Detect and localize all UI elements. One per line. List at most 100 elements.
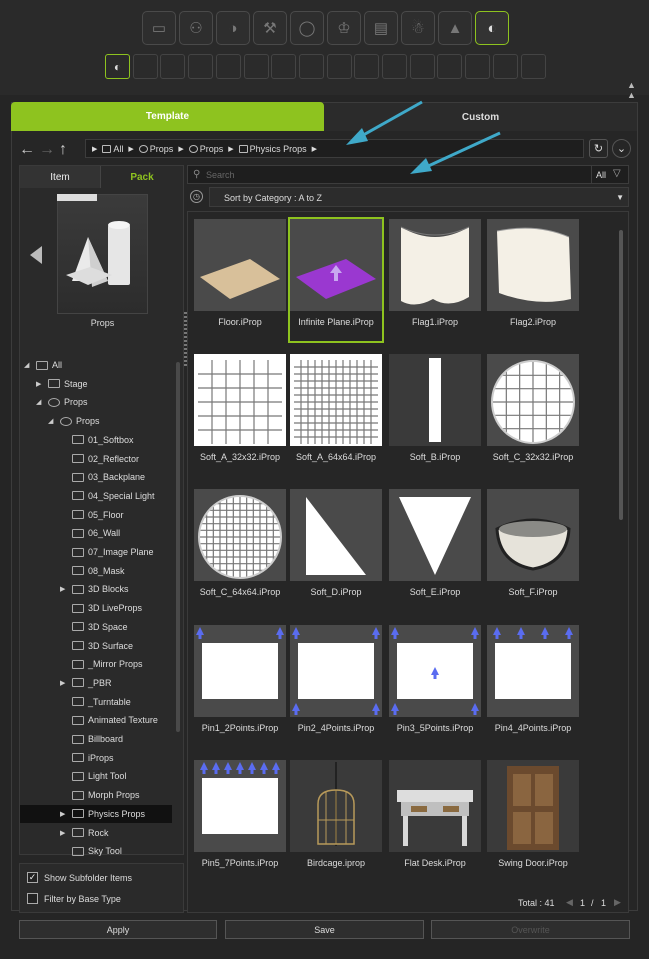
tree-item[interactable]: ▶ Rock: [20, 824, 109, 842]
folder-icon: [72, 715, 84, 725]
tree-item-label: 3D LiveProps: [88, 603, 143, 614]
item-card[interactable]: Flag1.iProp: [389, 219, 481, 341]
tree-item[interactable]: 3D Surface: [20, 637, 133, 655]
item-card[interactable]: Pin3_5Points.iProp: [389, 625, 481, 747]
tree-item[interactable]: 3D Space: [20, 618, 128, 636]
item-card[interactable]: Pin4_4Points.iProp: [487, 625, 579, 747]
tree-item[interactable]: 02_Reflector: [20, 450, 139, 468]
prev-page-icon[interactable]: ◀: [566, 897, 573, 908]
item-thumbnail: [389, 625, 481, 717]
folder-icon: [72, 828, 84, 837]
item-thumbnail: [290, 219, 382, 311]
folder-icon: [48, 379, 60, 389]
tree-item[interactable]: 3D LiveProps: [20, 599, 142, 617]
item-caption: Soft_C_32x32.iProp: [492, 452, 574, 462]
grid-scrollbar[interactable]: [619, 230, 623, 520]
item-card[interactable]: Soft_A_64x64.iProp: [290, 354, 382, 476]
tree-item-label: 02_Reflector: [88, 453, 140, 464]
tree-item[interactable]: Light Tool: [20, 767, 126, 785]
collapsed-arrow-icon[interactable]: ▶: [60, 829, 65, 837]
tree-item[interactable]: iProps: [20, 749, 114, 767]
item-caption: Flat Desk.iProp: [404, 858, 466, 868]
item-thumbnail: [290, 489, 382, 581]
tree-item[interactable]: ▶ Stage: [20, 375, 88, 393]
tree-item-label: 03_Backplane: [88, 472, 146, 483]
item-card[interactable]: Soft_D.iProp: [290, 489, 382, 611]
item-card[interactable]: Soft_B.iProp: [389, 354, 481, 476]
item-caption: Swing Door.iProp: [498, 858, 568, 868]
item-card[interactable]: Flag2.iProp: [487, 219, 579, 341]
folder-icon: [72, 809, 84, 819]
tree-item[interactable]: Sky Tool: [20, 842, 122, 856]
item-card[interactable]: Soft_F.iProp: [487, 489, 579, 611]
next-page-icon[interactable]: ▶: [614, 897, 621, 908]
tree-scrollbar[interactable]: [176, 362, 180, 732]
item-thumbnail: [290, 354, 382, 446]
tree-item-label: _Mirror Props: [88, 659, 143, 670]
item-card[interactable]: Soft_C_32x32.iProp: [487, 354, 579, 476]
item-card[interactable]: Soft_E.iProp: [389, 489, 481, 611]
tree-item-label: 3D Blocks: [88, 584, 129, 595]
item-caption: Pin3_5Points.iProp: [396, 723, 474, 733]
item-card[interactable]: Pin5_7Points.iProp: [194, 760, 286, 882]
apply-button[interactable]: Apply: [19, 920, 217, 939]
tree-item[interactable]: 01_Softbox: [20, 431, 134, 449]
item-card[interactable]: Infinite Plane.iProp: [288, 217, 384, 343]
expanded-arrow-icon[interactable]: ◢: [48, 417, 53, 425]
filter-base-label: Filter by Base Type: [44, 894, 121, 904]
save-button[interactable]: Save: [225, 920, 424, 939]
item-thumbnail: [487, 354, 579, 446]
expanded-arrow-icon[interactable]: ◢: [24, 361, 29, 369]
tree-item[interactable]: 06_Wall: [20, 524, 120, 542]
tree-item[interactable]: ▶ Physics Props: [20, 804, 172, 823]
collapsed-arrow-icon[interactable]: ▶: [60, 585, 65, 593]
tree-item[interactable]: 07_Image Plane: [20, 543, 154, 561]
tree-item[interactable]: ▶ _PBR: [20, 674, 112, 692]
total-count: Total : 41: [518, 898, 555, 908]
tree-item[interactable]: 08_Mask: [20, 562, 125, 580]
expanded-arrow-icon[interactable]: ◢: [36, 398, 41, 406]
item-card[interactable]: Birdcage.iprop: [290, 760, 382, 882]
tree-item[interactable]: ◢ All: [20, 356, 62, 374]
tree-item[interactable]: 03_Backplane: [20, 468, 145, 486]
show-subfolder-label: Show Subfolder Items: [44, 873, 133, 883]
prev-arrow-icon[interactable]: [30, 246, 42, 264]
tree-item-label: Morph Props: [88, 790, 140, 801]
tree-item[interactable]: _Mirror Props: [20, 655, 143, 673]
tree-item[interactable]: _Turntable: [20, 693, 131, 711]
tree-item-label: iProps: [88, 752, 114, 763]
tree-item-label: All: [52, 360, 63, 370]
tree-item-label: 08_Mask: [88, 565, 125, 576]
item-card[interactable]: Swing Door.iProp: [487, 760, 579, 882]
item-caption: Infinite Plane.iProp: [298, 317, 374, 327]
tree-item-label: Stage: [64, 378, 88, 389]
tree-item[interactable]: 04_Special Light: [20, 487, 155, 505]
tree-item[interactable]: Morph Props: [20, 786, 140, 804]
folder-icon: [72, 753, 84, 763]
tree-item-label: 07_Image Plane: [88, 547, 154, 557]
tree-options: ✓ Show Subfolder Items Filter by Base Ty…: [19, 863, 184, 913]
item-card[interactable]: Floor.iProp: [194, 219, 286, 341]
item-card[interactable]: Flat Desk.iProp: [389, 760, 481, 882]
tree-item-label: Physics Props: [88, 808, 146, 819]
collapsed-arrow-icon[interactable]: ▶: [36, 380, 41, 388]
folder-icon: [72, 678, 84, 688]
item-card[interactable]: Pin2_4Points.iProp: [290, 625, 382, 747]
tree-item[interactable]: Animated Texture: [20, 711, 158, 729]
tree-item[interactable]: Billboard: [20, 730, 123, 748]
item-thumbnail: [389, 489, 481, 581]
tree-item[interactable]: ▶ 3D Blocks: [20, 580, 129, 598]
item-card[interactable]: Pin1_2Points.iProp: [194, 625, 286, 747]
item-card[interactable]: Soft_C_64x64.iProp: [194, 489, 286, 611]
item-card[interactable]: Soft_A_32x32.iProp: [194, 354, 286, 476]
folder-icon: [72, 603, 84, 613]
collapsed-arrow-icon[interactable]: ▶: [60, 810, 65, 818]
tree-item[interactable]: ◢ Props: [20, 412, 100, 430]
tree-item[interactable]: 05_Floor: [20, 506, 124, 524]
item-thumbnail: [194, 354, 286, 446]
filter-base-checkbox[interactable]: [27, 893, 38, 904]
tree-item[interactable]: ◢ Props: [20, 393, 88, 411]
overwrite-button[interactable]: Overwrite: [431, 920, 630, 939]
show-subfolder-checkbox[interactable]: ✓: [27, 872, 38, 883]
collapsed-arrow-icon[interactable]: ▶: [60, 679, 65, 687]
